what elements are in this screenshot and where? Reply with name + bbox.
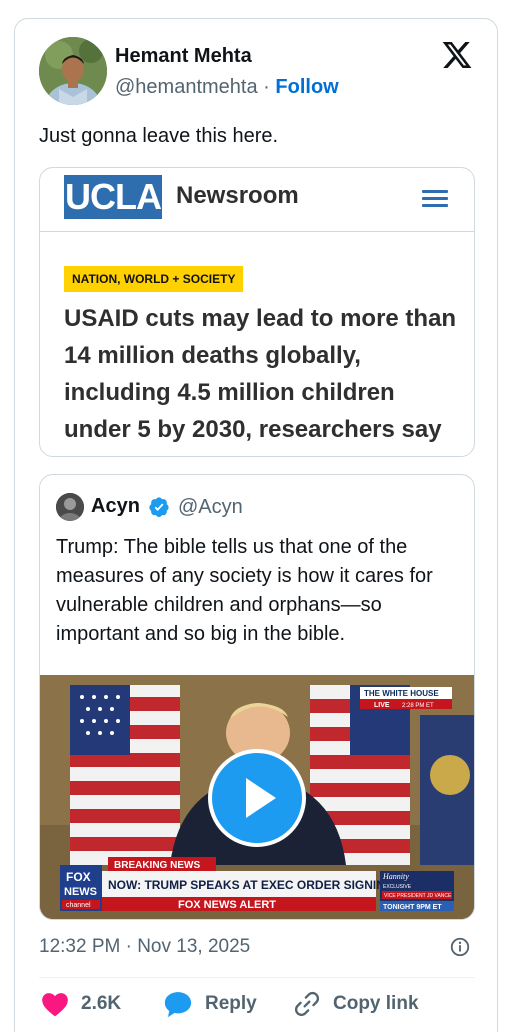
play-icon[interactable] (208, 749, 306, 847)
promo-time: TONIGHT 9PM ET (383, 904, 442, 911)
bug-time: 2:28 PM ET (402, 703, 434, 709)
quoted-tweet-text: Trump: The bible tells us that one of th… (56, 536, 433, 645)
like-count: 2.6K (81, 993, 122, 1014)
quoted-author-handle: @Acyn (178, 496, 243, 518)
chyron-text: NOW: TRUMP SPEAKS AT EXEC ORDER SIGNING (108, 878, 394, 892)
reply-icon (164, 992, 192, 1018)
link-preview-card[interactable]: UCLA Newsroom NATION, WORLD + SOCIETY US… (39, 167, 475, 457)
timestamp[interactable]: 12:32 PM · Nov 13, 2025 (39, 936, 250, 958)
article-headline: USAID cuts may lead to more than 14 mill… (64, 305, 457, 443)
breaking-news-label: BREAKING NEWS (114, 860, 200, 871)
info-icon[interactable] (449, 936, 471, 958)
author-avatar[interactable] (39, 37, 107, 105)
handle-separator: · (263, 76, 270, 98)
link-icon (294, 991, 320, 1017)
copy-link-button[interactable]: Copy link (293, 987, 419, 1021)
quoted-author-name: Acyn (91, 495, 140, 517)
author-handle-row: @hemantmehta · Follow (115, 76, 339, 99)
ucla-logo: UCLA (64, 175, 162, 219)
bug-location: THE WHITE HOUSE (364, 689, 439, 698)
link-card-header: UCLA Newsroom (40, 168, 474, 232)
divider (39, 977, 475, 978)
promo-sub: EXCLUSIVE (383, 884, 412, 890)
reply-label: Reply (205, 993, 257, 1014)
network-logo-mid: NEWS (64, 886, 97, 898)
action-bar: 2.6K Reply Copy link (39, 987, 479, 1021)
author-name[interactable]: Hemant Mehta (115, 45, 252, 68)
network-logo-top: FOX (66, 870, 91, 884)
bug-live: LIVE (374, 702, 390, 709)
category-badge: NATION, WORLD + SOCIETY (64, 266, 244, 292)
quoted-avatar (56, 493, 84, 521)
quoted-tweet[interactable]: Acyn @Acyn Trump: The bible tells us tha… (39, 474, 475, 920)
site-name: Newsroom (176, 182, 299, 209)
x-logo-icon[interactable] (441, 39, 473, 71)
network-logo-bottom: channel (66, 902, 91, 909)
like-button[interactable]: 2.6K (41, 987, 121, 1021)
copy-link-label: Copy link (333, 993, 419, 1014)
tweet-card: Hemant Mehta @hemantmehta · Follow Just … (14, 18, 498, 1032)
video-thumbnail[interactable]: THE WHITE HOUSE LIVE 2:28 PM ET BREAKING… (40, 675, 474, 919)
heart-icon (42, 993, 68, 1017)
alert-text: FOX NEWS ALERT (178, 899, 276, 911)
follow-button[interactable]: Follow (275, 76, 338, 98)
tweet-text: Just gonna leave this here. (39, 125, 279, 147)
promo-guest: VICE PRESIDENT JD VANCE (384, 893, 452, 899)
promo-show: Hannity (382, 872, 409, 881)
verified-badge-icon (149, 497, 169, 518)
author-handle[interactable]: @hemantmehta (115, 76, 258, 98)
reply-button[interactable]: Reply (163, 987, 257, 1021)
menu-icon[interactable] (422, 190, 448, 208)
